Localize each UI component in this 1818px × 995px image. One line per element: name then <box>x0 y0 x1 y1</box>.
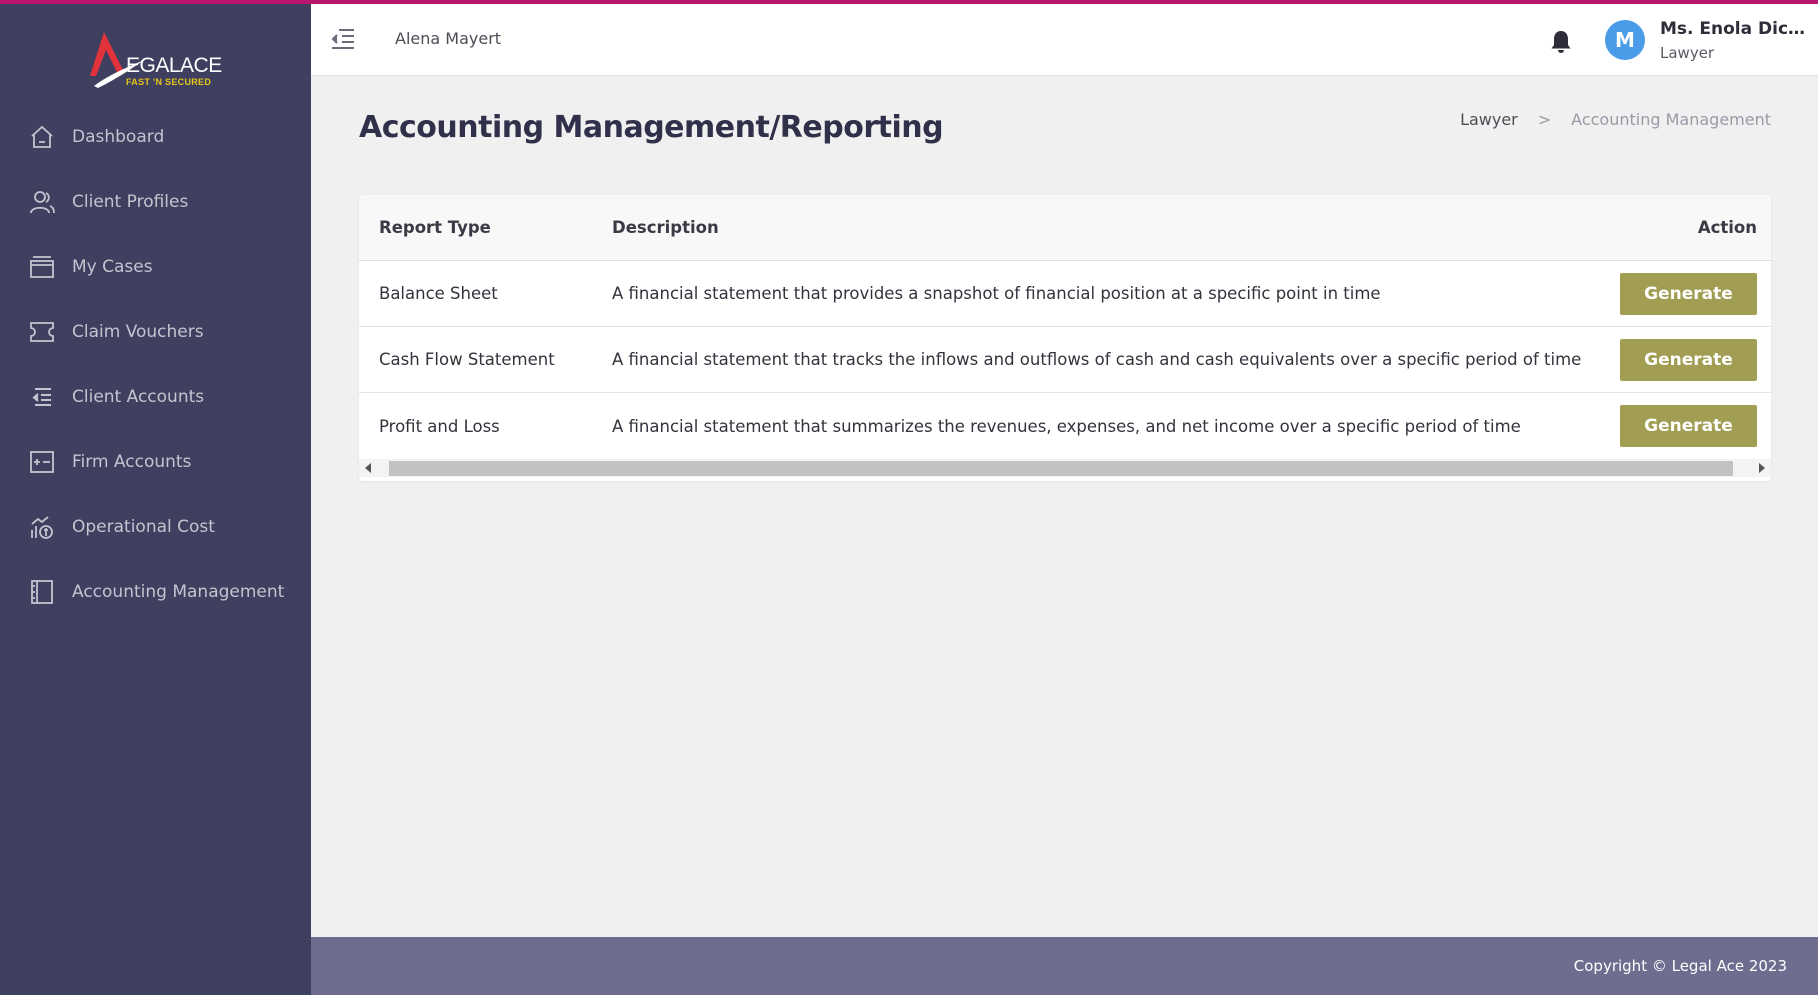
sidebar-item-my-cases[interactable]: My Cases <box>0 234 311 299</box>
notification-bell-icon[interactable] <box>1549 29 1573 55</box>
sidebar-item-label: My Cases <box>72 256 153 277</box>
table-header-row: Report Type Description Action <box>359 195 1771 261</box>
table-row: Cash Flow Statement A financial statemen… <box>359 327 1771 393</box>
action-cell: Generate <box>1620 261 1757 326</box>
report-description-cell: A financial statement that provides a sn… <box>612 284 1381 303</box>
sidebar-item-label: Accounting Management <box>72 581 285 602</box>
ticket-icon <box>29 319 55 345</box>
logo-tagline: FAST 'N SECURED <box>126 77 212 87</box>
footer: Copyright © Legal Ace 2023 <box>311 937 1818 995</box>
column-header-description: Description <box>612 218 719 237</box>
sidebar-item-label: Operational Cost <box>72 516 215 537</box>
sidebar-item-accounting-management[interactable]: Accounting Management <box>0 559 311 624</box>
menu-collapse-icon[interactable] <box>330 27 356 51</box>
folder-icon <box>29 254 55 280</box>
chevron-right-icon: > <box>1537 110 1552 129</box>
generate-balance-sheet-button[interactable]: Generate <box>1620 272 1757 315</box>
sidebar-item-label: Claim Vouchers <box>72 321 204 342</box>
generate-cash-flow-button[interactable]: Generate <box>1620 338 1757 381</box>
report-description-cell: A financial statement that tracks the in… <box>612 350 1582 369</box>
scrollbar-thumb[interactable] <box>389 461 1733 476</box>
report-type-cell: Balance Sheet <box>379 284 498 303</box>
scroll-left-arrow-icon[interactable] <box>359 459 377 477</box>
sidebar-item-firm-accounts[interactable]: Firm Accounts <box>0 429 311 494</box>
generate-profit-loss-button[interactable]: Generate <box>1620 405 1757 447</box>
sidebar-item-label: Client Accounts <box>72 386 205 407</box>
copyright-text: Copyright © Legal Ace 2023 <box>1573 957 1787 975</box>
action-cell: Generate <box>1620 393 1757 459</box>
sidebar-item-dashboard[interactable]: Dashboard <box>0 104 311 169</box>
top-bar-username: Alena Mayert <box>395 29 502 48</box>
horizontal-scrollbar[interactable] <box>359 459 1771 477</box>
notebook-icon <box>29 579 55 605</box>
legalace-logo[interactable]: EGALACE FAST 'N SECURED <box>90 30 222 90</box>
table-row: Profit and Loss A financial statement th… <box>359 393 1771 459</box>
cost-chart-icon <box>29 514 55 540</box>
scroll-right-arrow-icon[interactable] <box>1753 459 1771 477</box>
sidebar-item-operational-cost[interactable]: Operational Cost <box>0 494 311 559</box>
sidebar-item-client-accounts[interactable]: Client Accounts <box>0 364 311 429</box>
action-cell: Generate <box>1620 327 1757 392</box>
sidebar-item-label: Firm Accounts <box>72 451 192 472</box>
profile-role: Lawyer <box>1660 44 1715 62</box>
sidebar-item-claim-vouchers[interactable]: Claim Vouchers <box>0 299 311 364</box>
sidebar-item-label: Client Profiles <box>72 191 189 212</box>
report-type-cell: Profit and Loss <box>379 416 500 436</box>
reports-table: Report Type Description Action Balance S… <box>359 195 1771 481</box>
sidebar-item-client-profiles[interactable]: Client Profiles <box>0 169 311 234</box>
report-description-cell: A financial statement that summarizes th… <box>612 416 1521 436</box>
column-header-report-type: Report Type <box>379 218 491 237</box>
page-title: Accounting Management/Reporting <box>359 110 944 145</box>
report-type-cell: Cash Flow Statement <box>379 350 555 369</box>
column-header-action: Action <box>1697 218 1757 237</box>
users-icon <box>29 189 55 215</box>
logo-wordmark: EGALACE <box>126 54 222 77</box>
sidebar: EGALACE FAST 'N SECURED Dashboard Client… <box>0 4 311 995</box>
top-bar: Alena Mayert M Ms. Enola Dicki... Lawyer <box>311 4 1818 76</box>
home-icon <box>29 124 55 150</box>
breadcrumb: Lawyer > Accounting Management <box>1460 110 1771 129</box>
plus-minus-box-icon <box>29 449 55 475</box>
sidebar-item-label: Dashboard <box>72 126 165 147</box>
profile-name[interactable]: Ms. Enola Dicki... <box>1660 19 1812 39</box>
table-row: Balance Sheet A financial statement that… <box>359 261 1771 327</box>
indent-list-icon <box>29 384 55 410</box>
breadcrumb-current: Accounting Management <box>1571 110 1771 129</box>
breadcrumb-link-lawyer[interactable]: Lawyer <box>1460 110 1518 129</box>
avatar[interactable]: M <box>1605 20 1645 60</box>
sidebar-nav: Dashboard Client Profiles My Cases Claim… <box>0 104 311 624</box>
